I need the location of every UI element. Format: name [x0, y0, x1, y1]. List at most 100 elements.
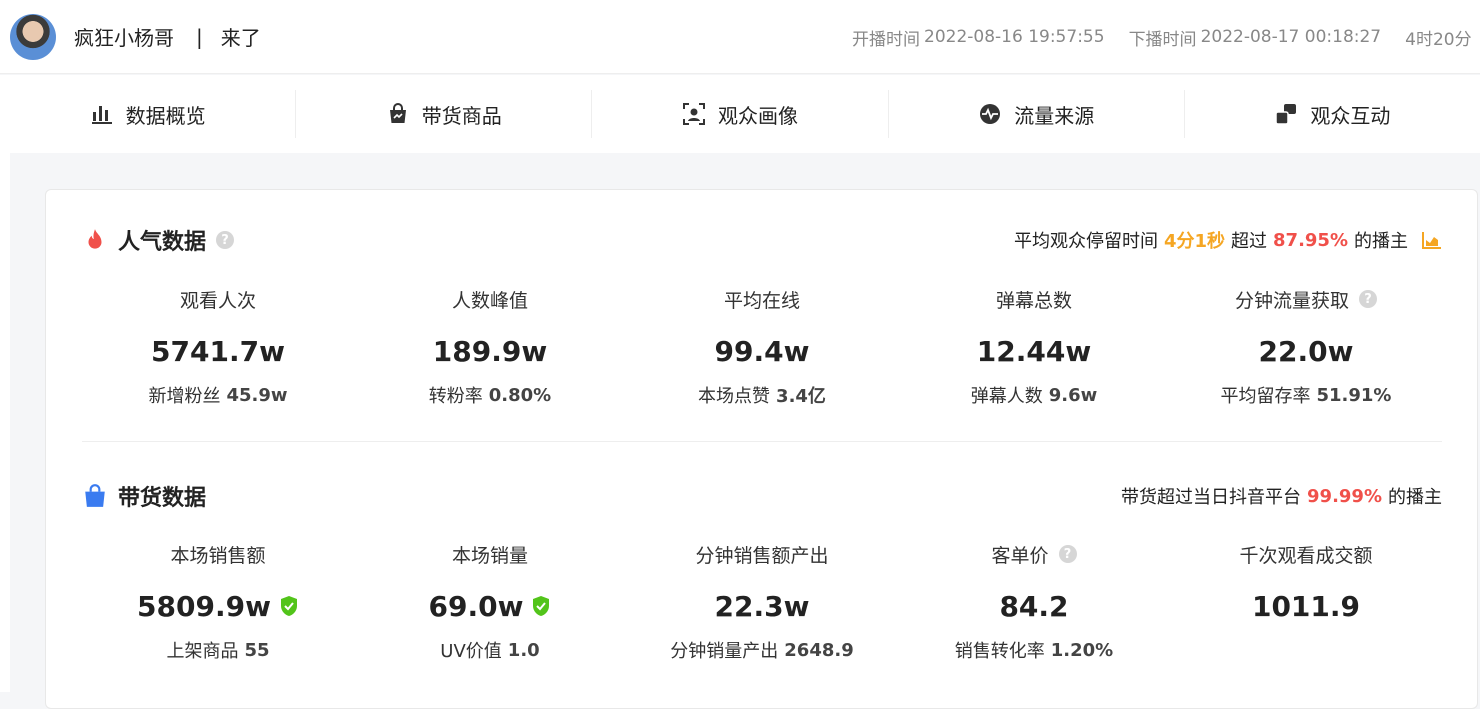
tab-label: 数据概览 [125, 103, 206, 128]
metric-label: 客单价? [898, 541, 1170, 567]
sales-title: 带货数据 [118, 486, 207, 511]
trend-chart-icon[interactable] [1422, 231, 1442, 249]
metric-sub: UV价值 1.0 [354, 637, 626, 663]
metric-sub: 分钟销量产出 2648.9 [626, 637, 898, 663]
sub-label: 弹幕人数 [970, 386, 1043, 407]
sub-label: 转粉率 [428, 386, 483, 407]
tab-label: 流量来源 [1014, 103, 1095, 128]
sales-metrics: 本场销售额 5809.9w 上架商品 55 本场销量 69.0w UV价值 1.0 … [82, 541, 1442, 663]
metric-sales-amount: 本场销售额 5809.9w 上架商品 55 [82, 541, 354, 663]
dwell-note-suffix: 的播主 [1354, 231, 1408, 252]
fire-icon [88, 229, 102, 249]
tab-audience-interaction[interactable]: 观众互动 [1185, 90, 1480, 138]
metric-label-text: 分钟流量获取 [1234, 289, 1349, 312]
tab-traffic-source[interactable]: 流量来源 [889, 90, 1185, 138]
sub-label: 分钟销量产出 [670, 641, 779, 662]
metric-sub: 本场点赞 3.4亿 [626, 382, 898, 408]
metric-value: 1011.9 [1251, 589, 1361, 623]
dwell-percent: 87.95% [1273, 229, 1348, 251]
stream-duration: 4时20分 [1405, 29, 1472, 50]
metric-unit-price: 客单价? 84.2 销售转化率 1.20% [898, 541, 1170, 663]
metric-sub: 新增粉丝 45.9w [82, 382, 354, 408]
metric-label: 弹幕总数 [995, 289, 1072, 312]
start-time-value: 2022-08-16 19:57:55 [924, 27, 1105, 47]
sub-label: UV价值 [440, 641, 502, 662]
portrait-icon [683, 103, 705, 125]
tab-label: 观众画像 [718, 103, 798, 128]
metric-value-text: 69.0w [428, 589, 524, 623]
metric-value: 5809.9w [82, 589, 354, 623]
help-icon[interactable]: ? [216, 231, 235, 249]
metric-value: 189.9w [432, 334, 548, 368]
stream-times: 开播时间 2022-08-16 19:57:55 下播时间 2022-08-17… [852, 0, 1480, 73]
metric-gmv-per-thousand-views: 千次观看成交额 1011.9 [1170, 541, 1442, 663]
sales-rank-note: 带货超过当日抖音平台 99.99% 的播主 [1121, 483, 1442, 509]
dwell-time-value: 4分1秒 [1163, 231, 1226, 252]
metric-value: 12.44w [976, 334, 1092, 368]
sub-value: 2648.9 [784, 639, 854, 661]
metric-label: 平均在线 [723, 289, 800, 312]
help-icon[interactable]: ? [1359, 290, 1377, 308]
help-icon[interactable]: ? [1058, 545, 1077, 563]
metric-value-text: 5809.9w [137, 589, 271, 623]
sub-value: 1.0 [507, 639, 540, 661]
sub-value: 3.4亿 [776, 386, 826, 407]
metric-label: 分钟销售额产出 [695, 544, 829, 567]
stream-title: 来了 [220, 26, 261, 50]
sub-label: 平均留存率 [1220, 386, 1311, 407]
tab-audience-portrait[interactable]: 观众画像 [592, 90, 889, 138]
popularity-header: 人气数据 ? 平均观众停留时间 4分1秒 超过 87.95% 的播主 [82, 222, 1442, 258]
sub-value: 0.80% [488, 384, 552, 406]
streamer-name[interactable]: 疯狂小杨哥 [74, 22, 174, 51]
header-separator: | [196, 24, 203, 49]
sales-percent: 99.99% [1307, 485, 1382, 507]
popularity-title: 人气数据 [118, 230, 207, 255]
tab-products[interactable]: 带货商品 [296, 90, 593, 138]
metric-sub: 转粉率 0.80% [354, 382, 626, 408]
sub-value: 55 [244, 639, 270, 661]
streamer-avatar[interactable] [10, 13, 56, 60]
metric-views: 观看人次 5741.7w 新增粉丝 45.9w [82, 286, 354, 408]
verified-shield-icon [280, 596, 297, 616]
tab-label: 带货商品 [421, 103, 502, 128]
stats-card: 人气数据 ? 平均观众停留时间 4分1秒 超过 87.95% 的播主 观看人次 … [45, 189, 1478, 709]
metric-value: 22.0w [1258, 334, 1354, 368]
metric-sub: 弹幕人数 9.6w [898, 382, 1170, 408]
sub-value: 9.6w [1048, 384, 1098, 406]
metric-label: 本场销售额 [170, 544, 266, 567]
dwell-note-mid: 超过 [1231, 231, 1268, 252]
tab-bar: 数据概览 带货商品 观众画像 流量来源 观众互动 [0, 75, 1480, 153]
sub-label: 本场点赞 [698, 386, 771, 407]
metric-value: 22.3w [714, 589, 810, 623]
metric-label: 人数峰值 [451, 289, 528, 312]
metric-sales-volume: 本场销量 69.0w UV价值 1.0 [354, 541, 626, 663]
tab-data-overview[interactable]: 数据概览 [0, 90, 297, 138]
metric-value: 69.0w [354, 589, 626, 623]
bar-chart-icon [91, 106, 112, 124]
sub-value: 1.20% [1050, 639, 1114, 661]
stream-header: 疯狂小杨哥 | 来了 开播时间 2022-08-16 19:57:55 下播时间… [0, 0, 1480, 74]
metric-traffic-per-minute: 分钟流量获取? 22.0w 平均留存率 51.91% [1170, 286, 1442, 408]
shopping-bag-icon [85, 484, 105, 507]
metric-label: 本场销量 [451, 544, 528, 567]
tab-label: 观众互动 [1310, 103, 1391, 128]
end-time-label: 下播时间 [1128, 29, 1197, 50]
interaction-icon [1275, 104, 1297, 125]
sub-value: 51.91% [1316, 384, 1392, 406]
sales-header: 带货数据 带货超过当日抖音平台 99.99% 的播主 [82, 478, 1442, 514]
end-time-value: 2022-08-17 00:18:27 [1200, 27, 1382, 47]
verified-shield-icon [533, 596, 550, 616]
section-divider [82, 441, 1442, 442]
shopping-bag-icon [389, 103, 406, 123]
metric-sub: 平均留存率 51.91% [1170, 382, 1442, 408]
sales-note-suffix: 的播主 [1388, 487, 1442, 508]
metric-label-text: 客单价 [991, 544, 1049, 567]
dwell-time-note: 平均观众停留时间 4分1秒 超过 87.95% 的播主 [1014, 227, 1442, 253]
metric-avg-online: 平均在线 99.4w 本场点赞 3.4亿 [626, 286, 898, 408]
metric-danmaku-total: 弹幕总数 12.44w 弹幕人数 9.6w [898, 286, 1170, 408]
sales-note-prefix: 带货超过当日抖音平台 [1121, 487, 1302, 508]
metric-label: 观看人次 [179, 289, 256, 312]
start-time-label: 开播时间 [852, 29, 920, 50]
pulse-icon [980, 104, 1001, 124]
left-rail [0, 153, 10, 692]
